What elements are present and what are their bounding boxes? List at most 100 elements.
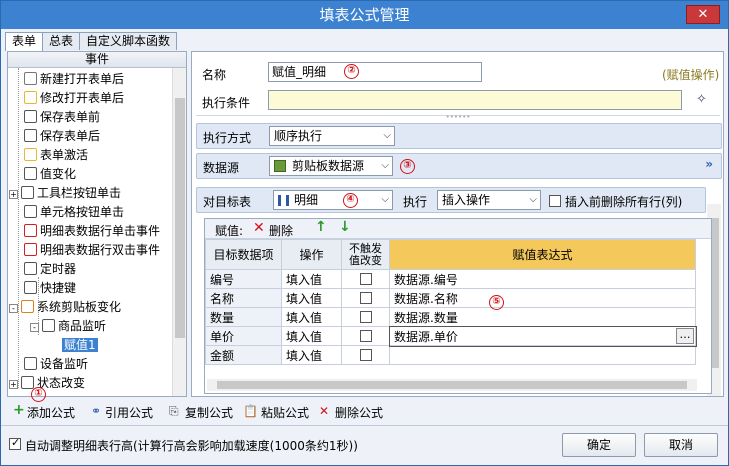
cell-operation[interactable]: 填入值 — [281, 288, 342, 308]
exec-select[interactable]: 插入操作 ⌵ — [437, 190, 541, 210]
grid-hscrollbar[interactable] — [207, 379, 697, 391]
cell-expression[interactable]: 数据源.数量 — [389, 307, 696, 327]
no-trigger-checkbox[interactable] — [359, 330, 372, 342]
expression-text: 数据源.数量 — [394, 310, 458, 325]
tree-item[interactable]: 单元格按钮单击 — [18, 203, 124, 222]
add-formula-button[interactable]: 添加公式 — [27, 404, 75, 421]
grid-delete-button[interactable]: 删除 — [269, 222, 293, 239]
link-icon[interactable]: ⚭ — [91, 404, 101, 418]
tree-item[interactable]: + 状态改变 — [9, 374, 85, 393]
tree-item[interactable]: 明细表数据行单击事件 — [18, 222, 160, 241]
tree-item-label: 工具栏按钮单击 — [37, 186, 122, 200]
expand-icon[interactable]: - — [9, 304, 18, 313]
cell-operation[interactable]: 填入值 — [281, 307, 342, 327]
copy-formula-button[interactable]: 复制公式 — [185, 404, 233, 421]
collapse-icon[interactable]: » — [705, 157, 713, 171]
col-operation[interactable]: 操作 — [281, 239, 342, 270]
table-row[interactable]: 数量 填入值 数据源.数量 — [205, 307, 696, 327]
cell-expression[interactable]: 数据源.编号 — [389, 269, 696, 289]
cell-target[interactable]: 编号 — [205, 269, 282, 289]
tree-item[interactable]: 保存表单前 — [18, 108, 100, 127]
delete-formula-button[interactable]: 删除公式 — [335, 404, 383, 421]
no-trigger-checkbox[interactable] — [359, 273, 372, 285]
expand-icon[interactable]: - — [30, 323, 39, 332]
paste-icon[interactable]: 📋 — [243, 404, 258, 418]
tree-item-label: 明细表数据行单击事件 — [40, 224, 161, 238]
paste-formula-button[interactable]: 粘贴公式 — [261, 404, 309, 421]
tree-item[interactable]: 保存表单后 — [18, 127, 100, 146]
add-icon[interactable]: + — [13, 402, 25, 418]
cell-expression[interactable]: 数据源.单价… — [388, 325, 697, 347]
save-icon — [24, 110, 37, 123]
data-source-select[interactable]: 剪贴板数据源 ⌵ — [269, 156, 393, 176]
splitter[interactable]: •••••• — [196, 114, 720, 121]
name-label: 名称 — [202, 68, 227, 82]
expand-icon[interactable]: + — [9, 190, 18, 199]
tree-scrollbar[interactable] — [172, 68, 186, 396]
cell-expression[interactable]: 数据源.名称 — [389, 288, 696, 308]
no-trigger-checkbox[interactable] — [359, 311, 372, 323]
cancel-button[interactable]: 取消 — [644, 433, 718, 457]
move-down-icon[interactable]: ↓ — [339, 219, 351, 235]
condition-input[interactable] — [268, 90, 682, 110]
cell-operation[interactable]: 填入值 — [281, 269, 342, 289]
col-expression[interactable]: 赋值表达式 — [389, 239, 696, 270]
cell-operation[interactable]: 填入值 — [281, 326, 342, 346]
tree-item-label: 值变化 — [40, 167, 77, 181]
copy-icon[interactable]: ⎘ — [169, 404, 179, 419]
condition-label: 执行条件 — [202, 96, 251, 110]
target-select[interactable]: 明细 ⌵ — [273, 190, 393, 210]
magic-wand-icon[interactable]: ✧ — [696, 92, 707, 107]
chevron-down-icon: ⌵ — [381, 194, 389, 205]
no-trigger-checkbox[interactable] — [359, 292, 372, 304]
tree-item[interactable]: 设备监听 — [18, 355, 88, 374]
tree-item[interactable]: + 工具栏按钮单击 — [9, 184, 121, 203]
no-trigger-checkbox[interactable] — [359, 349, 372, 361]
device-icon — [24, 357, 37, 370]
tree-item[interactable]: - 系统剪贴板变化 — [9, 298, 121, 317]
tree-item[interactable]: 表单激活 — [18, 146, 88, 165]
data-source-label: 数据源 — [203, 161, 240, 175]
name-input[interactable]: 赋值_明细 — [268, 62, 482, 82]
cell-no-trigger — [341, 345, 390, 365]
ellipsis-button[interactable]: … — [676, 328, 694, 344]
tab-form[interactable]: 表单 — [5, 32, 44, 51]
auto-row-height-checkbox[interactable]: ✓ — [9, 436, 21, 450]
tree-item[interactable]: 快捷键 — [18, 279, 76, 298]
tree-item[interactable]: 赋值1 — [56, 336, 98, 355]
tab-custom-script[interactable]: 自定义脚本函数 — [79, 32, 178, 50]
table-row[interactable]: 名称 填入值 数据源.名称 — [205, 288, 696, 308]
cell-target[interactable]: 单价 — [205, 326, 282, 346]
table-row[interactable]: 金额 填入值 — [205, 345, 696, 365]
ref-formula-button[interactable]: 引用公式 — [105, 404, 153, 421]
tab-summary[interactable]: 总表 — [42, 32, 81, 50]
tree-item[interactable]: 定时器 — [18, 260, 76, 279]
exec-mode-select[interactable]: 顺序执行 ⌵ — [269, 126, 395, 146]
title-bar: 填表公式管理 ✕ — [1, 1, 728, 29]
col-target[interactable]: 目标数据项 — [205, 239, 282, 270]
cell-operation[interactable]: 填入值 — [281, 345, 342, 365]
tree-item[interactable]: 修改打开表单后 — [18, 89, 124, 108]
marker-3: ③ — [400, 159, 415, 174]
cell-target[interactable]: 金额 — [205, 345, 282, 365]
col-no-trigger[interactable]: 不触发值改变 — [341, 239, 390, 270]
tree-item[interactable]: 值变化 — [18, 165, 76, 184]
expand-icon[interactable]: + — [9, 380, 18, 389]
close-button[interactable]: ✕ — [686, 5, 720, 24]
delete-formula-icon[interactable]: ✕ — [319, 404, 329, 418]
cell-target[interactable]: 名称 — [205, 288, 282, 308]
tree-item[interactable]: 新建打开表单后 — [18, 70, 124, 89]
tree-item[interactable]: 明细表数据行双击事件 — [18, 241, 160, 260]
table-row[interactable]: 编号 填入值 数据源.编号 — [205, 269, 696, 289]
move-up-icon[interactable]: ↑ — [315, 219, 327, 235]
cell-expression[interactable] — [389, 345, 696, 365]
table-row[interactable]: 单价 填入值 数据源.单价… — [205, 325, 697, 347]
cell-target[interactable]: 数量 — [205, 307, 282, 327]
ok-button[interactable]: 确定 — [562, 433, 636, 457]
delete-icon[interactable]: ✕ — [253, 220, 265, 236]
tree-item[interactable]: - 商品监听 — [30, 317, 106, 336]
tree-item-label: 赋值1 — [62, 338, 98, 352]
document-icon — [24, 167, 37, 180]
clear-rows-checkbox[interactable] — [549, 195, 561, 207]
assignment-grid: 赋值: ✕ 删除 ↑ ↓ 目标数据项 操作 不触发值改变 赋值表达式 编号 填入值… — [204, 218, 712, 394]
